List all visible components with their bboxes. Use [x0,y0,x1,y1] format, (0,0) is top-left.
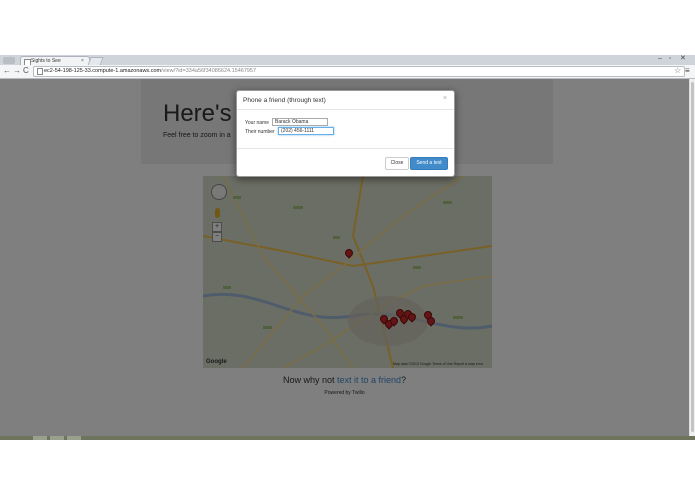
url-path: /view/?id=334a56f34086624.15467957 [161,68,257,74]
modal-close-icon[interactable]: × [443,95,447,102]
address-bar[interactable]: ec2-54-198-125-33.compute-1.amazonaws.co… [33,66,685,77]
tab-strip [0,55,695,65]
reload-icon[interactable]: C [23,66,29,76]
modal-title: Phone a friend (through text) [243,97,326,104]
taskbar-item[interactable] [33,436,47,440]
window-minimize-button[interactable]: – [658,55,662,63]
browser-menu-icon[interactable]: ≡ [685,66,690,76]
your-name-input[interactable]: Barack Obama [272,118,328,126]
close-button[interactable]: Close [385,157,409,170]
phone-friend-modal: Phone a friend (through text) × Your nam… [236,90,455,177]
browser-app-button[interactable] [3,57,15,64]
scrollbar-thumb[interactable] [691,82,694,432]
vertical-scrollbar[interactable] [689,79,695,436]
modal-footer: Close Send a text [237,148,454,177]
forward-icon[interactable]: → [13,66,21,76]
their-number-input[interactable]: (202) 456-1111 [278,127,334,135]
their-number-label: Their number [245,129,275,135]
taskbar-item[interactable] [67,436,81,440]
taskbar [0,436,695,440]
page-icon [37,68,43,75]
send-text-button[interactable]: Send a text [410,157,448,170]
taskbar-item[interactable] [50,436,64,440]
bookmark-star-icon[interactable]: ☆ [674,66,681,76]
window-close-button[interactable]: ✕ [680,55,686,63]
url-text: ec2-54-198-125-33.compute-1.amazonaws.co… [44,67,256,76]
your-name-label: Your name [245,120,269,126]
modal-header: Phone a friend (through text) × [237,91,454,110]
window-maximize-button[interactable]: ▫ [669,55,671,63]
url-host: ec2-54-198-125-33.compute-1.amazonaws.co… [44,68,162,74]
back-icon[interactable]: ← [3,66,11,76]
